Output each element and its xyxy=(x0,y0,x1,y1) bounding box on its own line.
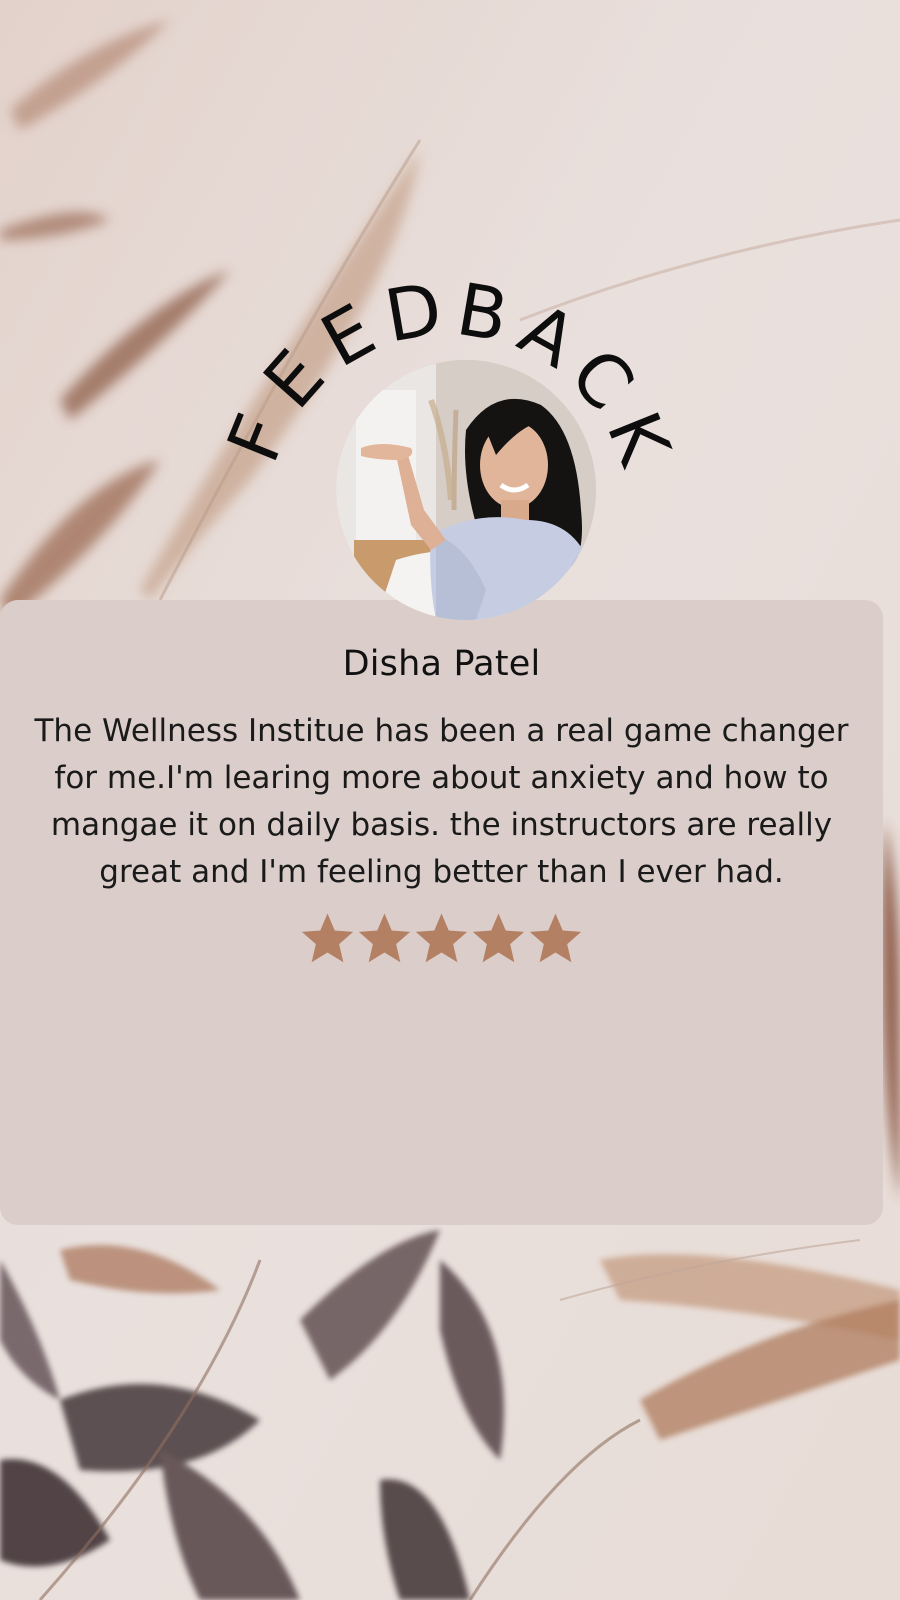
star-rating xyxy=(0,910,883,970)
review-line: mangae it on daily basis. the instructor… xyxy=(50,807,833,843)
star-icon xyxy=(358,913,411,963)
portrait-photo xyxy=(336,360,596,620)
star-icon xyxy=(301,913,354,963)
star-icon xyxy=(529,913,582,963)
review-line: for me.I'm learing more about anxiety an… xyxy=(54,760,829,796)
review-line: The Wellness Institue has been a real ga… xyxy=(34,713,849,749)
feedback-page: FEEDBACK Disha Patel The Wellness Instit… xyxy=(0,0,900,1600)
star-icon xyxy=(415,913,468,963)
reviewer-name: Disha Patel xyxy=(342,644,541,684)
avatar xyxy=(336,360,596,620)
star-icon xyxy=(472,913,525,963)
testimonial-card: Disha Patel The Wellness Institue has be… xyxy=(0,600,883,1225)
review-text: The Wellness Institue has been a real ga… xyxy=(0,708,883,896)
review-line: great and I'm feeling better than I ever… xyxy=(99,854,784,890)
